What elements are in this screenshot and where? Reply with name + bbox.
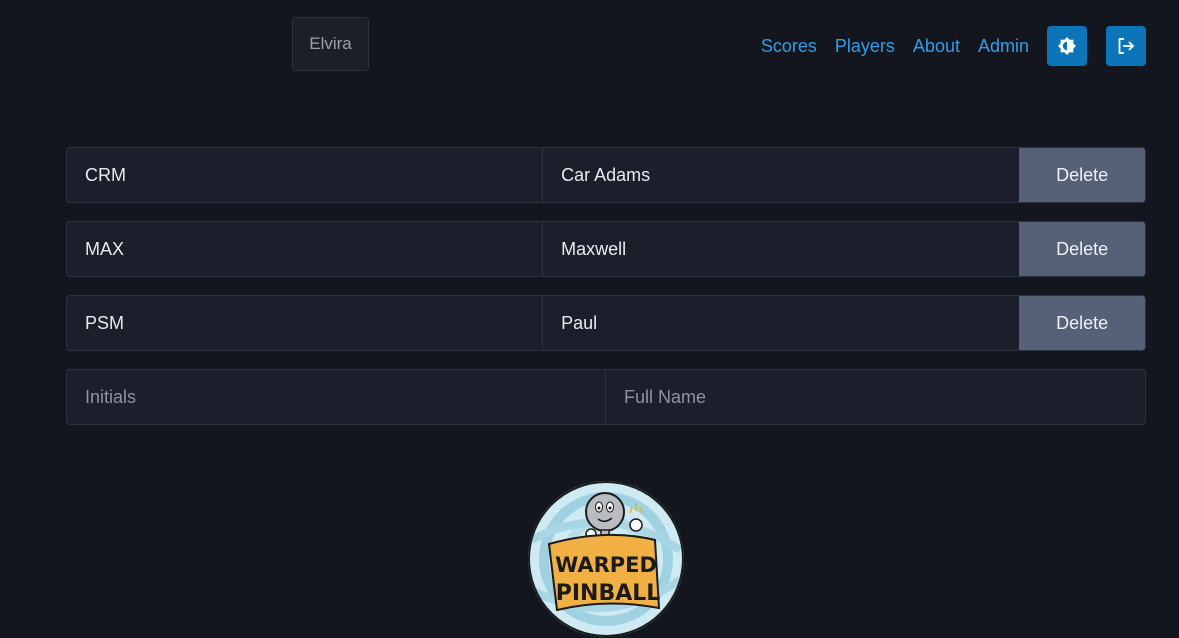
delete-button[interactable]: Delete (1019, 148, 1145, 202)
brightness-icon (1058, 37, 1076, 55)
player-initials[interactable]: CRM (67, 148, 544, 202)
player-row: PSM Paul Delete (66, 295, 1146, 351)
new-player-form (66, 369, 1146, 425)
initials-input[interactable] (66, 369, 606, 425)
main-nav: Scores Players About Admin (761, 26, 1146, 66)
nav-link-players[interactable]: Players (835, 26, 895, 66)
machine-name-badge[interactable]: Elvira (292, 17, 369, 71)
theme-toggle-button[interactable] (1047, 26, 1087, 66)
logo-text-line1: WARPED (555, 553, 657, 577)
players-list: CRM Car Adams Delete MAX Maxwell Delete … (66, 147, 1146, 425)
warped-pinball-logo: WARPED PINBALL (528, 481, 684, 637)
player-full-name[interactable]: Maxwell (543, 222, 1019, 276)
nav-link-about[interactable]: About (913, 26, 960, 66)
nav-link-scores[interactable]: Scores (761, 26, 817, 66)
top-bar: Elvira Scores Players About Admin (0, 0, 1179, 92)
player-initials[interactable]: PSM (67, 296, 544, 350)
player-full-name[interactable]: Paul (543, 296, 1019, 350)
player-full-name[interactable]: Car Adams (543, 148, 1019, 202)
logout-button[interactable] (1106, 26, 1146, 66)
nav-link-admin[interactable]: Admin (978, 26, 1029, 66)
logout-icon (1118, 38, 1135, 54)
player-initials[interactable]: MAX (67, 222, 544, 276)
player-row: CRM Car Adams Delete (66, 147, 1146, 203)
logo-text-line2: PINBALL (556, 581, 661, 606)
full-name-input[interactable] (606, 369, 1146, 425)
player-row: MAX Maxwell Delete (66, 221, 1146, 277)
delete-button[interactable]: Delete (1019, 296, 1145, 350)
delete-button[interactable]: Delete (1019, 222, 1145, 276)
